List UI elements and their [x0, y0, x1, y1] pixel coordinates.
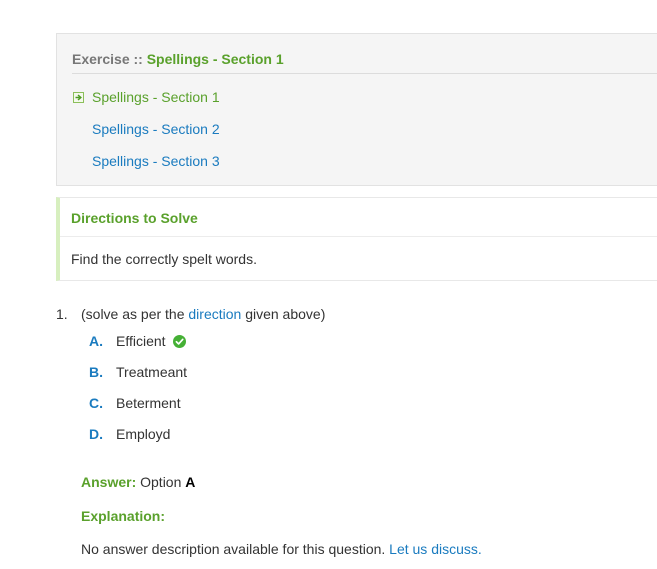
answer-text: Option	[136, 474, 186, 490]
answer-label: Answer:	[81, 474, 137, 490]
option-d[interactable]: D. Employd	[89, 426, 170, 444]
arrow-right-icon	[73, 92, 84, 103]
question-text-after: given above)	[241, 306, 326, 322]
question-text: (solve as per the direction given above)	[81, 306, 325, 322]
answer-line: Answer: Option A	[81, 474, 195, 490]
discuss-link[interactable]: Let us discuss.	[389, 541, 482, 557]
directions-divider	[60, 236, 657, 237]
option-letter: A.	[89, 333, 103, 349]
section-link-3[interactable]: Spellings - Section 3	[92, 153, 220, 169]
directions-text: Find the correctly spelt words.	[71, 251, 257, 267]
check-circle-icon	[172, 335, 186, 348]
option-text: Beterment	[116, 395, 181, 411]
option-text: Efficient	[116, 333, 166, 349]
page: Exercise :: Spellings - Section 1 Spelli…	[0, 0, 657, 569]
option-a[interactable]: A. Efficient	[89, 333, 186, 351]
directions-panel: Directions to Solve Find the correctly s…	[56, 197, 657, 281]
explanation-body: No answer description available for this…	[81, 541, 390, 557]
option-c[interactable]: C. Beterment	[89, 395, 181, 413]
option-b[interactable]: B. Treatmeant	[89, 364, 187, 382]
answer-option: A	[185, 474, 196, 490]
option-letter: C.	[89, 395, 103, 411]
option-text: Employd	[116, 426, 171, 442]
exercise-divider	[72, 73, 657, 74]
exercise-prefix: Exercise	[72, 51, 130, 67]
question-text-before: (solve as per the	[81, 306, 189, 322]
direction-link[interactable]: direction	[188, 306, 241, 322]
section-link-1[interactable]: Spellings - Section 1	[92, 89, 220, 105]
exercise-title: Exercise :: Spellings - Section 1	[72, 51, 284, 67]
exercise-separator: ::	[129, 51, 147, 67]
exercise-nav-panel: Exercise :: Spellings - Section 1 Spelli…	[56, 33, 657, 186]
section-link-2[interactable]: Spellings - Section 2	[92, 121, 220, 137]
option-text: Treatmeant	[116, 364, 188, 380]
exercise-current: Spellings - Section 1	[146, 51, 284, 67]
explanation-label: Explanation:	[81, 508, 166, 524]
option-letter: D.	[89, 426, 103, 442]
explanation-text: No answer description available for this…	[81, 541, 482, 557]
question-number: 1.	[56, 306, 68, 322]
option-letter: B.	[89, 364, 103, 380]
directions-title: Directions to Solve	[71, 210, 198, 226]
